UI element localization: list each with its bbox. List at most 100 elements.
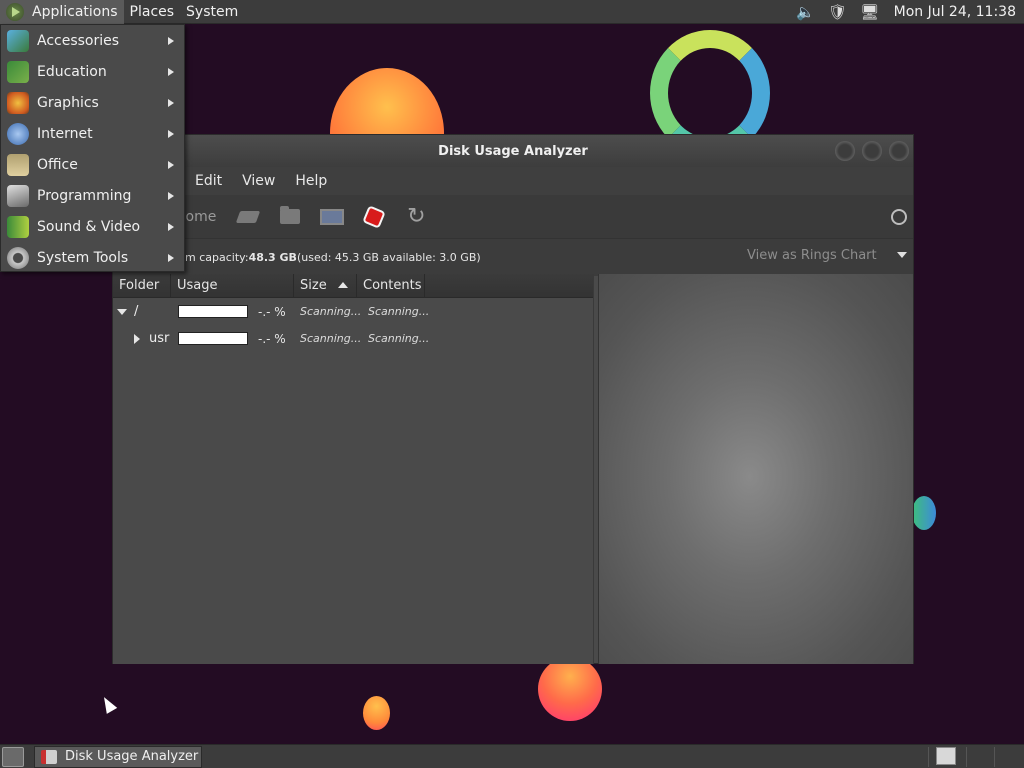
- chevron-right-icon: [168, 67, 174, 76]
- window-controls: [828, 141, 909, 161]
- menu-item-label: System Tools: [37, 249, 129, 266]
- view-select-value: View as Rings Chart: [747, 247, 877, 263]
- wallpaper-pink-shape: [538, 657, 602, 721]
- workspace-switcher[interactable]: [936, 747, 956, 765]
- reload-button[interactable]: ↻: [404, 201, 428, 233]
- capacity-prefix: m capacity:: [185, 251, 249, 264]
- menu-item-office[interactable]: Office: [1, 149, 184, 180]
- system-menu[interactable]: System: [180, 0, 244, 24]
- chevron-right-icon: [168, 36, 174, 45]
- column-size-label: Size: [300, 278, 327, 293]
- stop-button[interactable]: [362, 201, 387, 233]
- network-icon[interactable]: 🖥: [860, 2, 880, 22]
- applications-menu[interactable]: Applications: [0, 0, 124, 24]
- view-as-select[interactable]: View as Rings Chart: [743, 243, 911, 267]
- capacity-value: 48.3 GB: [248, 251, 297, 264]
- menu-item-label: Programming: [37, 187, 132, 204]
- folder-size: Scanning...: [300, 305, 362, 318]
- maximize-button[interactable]: [862, 141, 882, 161]
- menu-item-sound-video[interactable]: Sound & Video: [1, 211, 184, 242]
- menu-item-programming[interactable]: Programming: [1, 180, 184, 211]
- menu-item-graphics[interactable]: Graphics: [1, 87, 184, 118]
- menu-item-label: Accessories: [37, 32, 120, 49]
- top-panel: Applications Places System 🔈 🛡 🖥 Mon Jul…: [0, 0, 1024, 24]
- volume-icon[interactable]: 🔈: [796, 2, 816, 22]
- folder-icon: [278, 205, 302, 229]
- chevron-down-icon: [897, 252, 907, 258]
- folder-size: Scanning...: [300, 332, 362, 345]
- capacity-details: (used: 45.3 GB available: 3.0 GB): [296, 251, 481, 264]
- education-icon: [7, 60, 29, 83]
- accessories-icon: [7, 29, 29, 52]
- chevron-right-icon: [168, 191, 174, 200]
- menu-item-system-tools[interactable]: System Tools: [1, 242, 184, 273]
- menu-item-internet[interactable]: Internet: [1, 118, 184, 149]
- usage-percent: -.- %: [258, 331, 286, 346]
- network-icon: [320, 205, 345, 229]
- column-folder[interactable]: Folder: [113, 274, 171, 298]
- system-tray: 🔈 🛡 🖥 Mon Jul 24, 11:38: [790, 0, 1024, 24]
- separator: [994, 747, 995, 767]
- wallpaper-blue-shape: [912, 496, 936, 530]
- minimize-button[interactable]: [835, 141, 855, 161]
- drive-icon: [236, 205, 261, 229]
- menu-item-label: Internet: [37, 125, 93, 142]
- rings-chart-area[interactable]: [598, 274, 913, 664]
- bottom-panel: Disk Usage Analyzer: [0, 744, 1024, 768]
- chevron-right-icon: [168, 129, 174, 138]
- show-desktop-icon[interactable]: [2, 746, 24, 767]
- sound-video-icon: [7, 215, 29, 238]
- separator: [966, 747, 967, 767]
- menu-item-education[interactable]: Education: [1, 56, 184, 87]
- column-contents[interactable]: Contents: [357, 274, 425, 298]
- menu-view[interactable]: View: [232, 173, 285, 189]
- scan-filesystem-button[interactable]: [236, 201, 261, 233]
- folder-contents: Scanning...: [368, 305, 430, 318]
- menu-help[interactable]: Help: [285, 173, 337, 189]
- window-title: Disk Usage Analyzer: [438, 143, 588, 159]
- menu-item-label: Graphics: [37, 94, 99, 111]
- close-button[interactable]: [889, 141, 909, 161]
- applications-menu-label: Applications: [32, 3, 118, 20]
- wallpaper-small-shape: [363, 696, 390, 730]
- menu-item-label: Education: [37, 63, 107, 80]
- menu-item-accessories[interactable]: Accessories: [1, 25, 184, 56]
- graphics-icon: [7, 91, 29, 114]
- stop-icon: [362, 204, 387, 229]
- places-menu[interactable]: Places: [124, 0, 181, 24]
- menu-item-label: Office: [37, 156, 78, 173]
- internet-icon: [7, 122, 29, 145]
- table-row[interactable]: usr -.- % Scanning... Scanning...: [113, 325, 593, 352]
- separator: [928, 747, 929, 767]
- disk-usage-analyzer-window: Disk Usage Analyzer Edit View Help Home …: [112, 134, 914, 664]
- disk-usage-analyzer-icon: [41, 749, 57, 764]
- chevron-right-icon: [168, 253, 174, 262]
- folder-name: /: [134, 304, 139, 319]
- titlebar[interactable]: Disk Usage Analyzer: [113, 135, 913, 167]
- menu-item-label: Sound & Video: [37, 218, 141, 235]
- usage-bar: [178, 305, 248, 318]
- expanded-arrow-icon[interactable]: [117, 308, 127, 315]
- toolbar: Home ↻: [113, 195, 913, 239]
- system-tools-icon: [7, 246, 29, 269]
- folder-tree: Folder Usage Size Contents / -.- % Scann…: [113, 274, 594, 664]
- collapsed-arrow-icon[interactable]: [134, 333, 140, 344]
- taskbar-button-disk-usage-analyzer[interactable]: Disk Usage Analyzer: [34, 745, 202, 768]
- mouse-cursor-icon: [98, 694, 118, 714]
- programming-icon: [7, 184, 29, 207]
- folder-contents: Scanning...: [368, 332, 430, 345]
- folder-name: usr: [149, 331, 170, 346]
- table-row[interactable]: / -.- % Scanning... Scanning...: [113, 298, 593, 325]
- column-usage[interactable]: Usage: [171, 274, 294, 298]
- clock[interactable]: Mon Jul 24, 11:38: [886, 4, 1024, 20]
- shield-icon[interactable]: 🛡: [828, 2, 848, 22]
- scan-remote-button[interactable]: [320, 201, 345, 233]
- chevron-right-icon: [168, 160, 174, 169]
- column-size[interactable]: Size: [294, 274, 357, 298]
- distro-logo-icon: [6, 2, 24, 21]
- scan-folder-button[interactable]: [278, 201, 302, 233]
- chevron-right-icon: [168, 98, 174, 107]
- menu-edit[interactable]: Edit: [185, 173, 232, 189]
- gear-icon[interactable]: [891, 208, 907, 225]
- usage-percent: -.- %: [258, 304, 286, 319]
